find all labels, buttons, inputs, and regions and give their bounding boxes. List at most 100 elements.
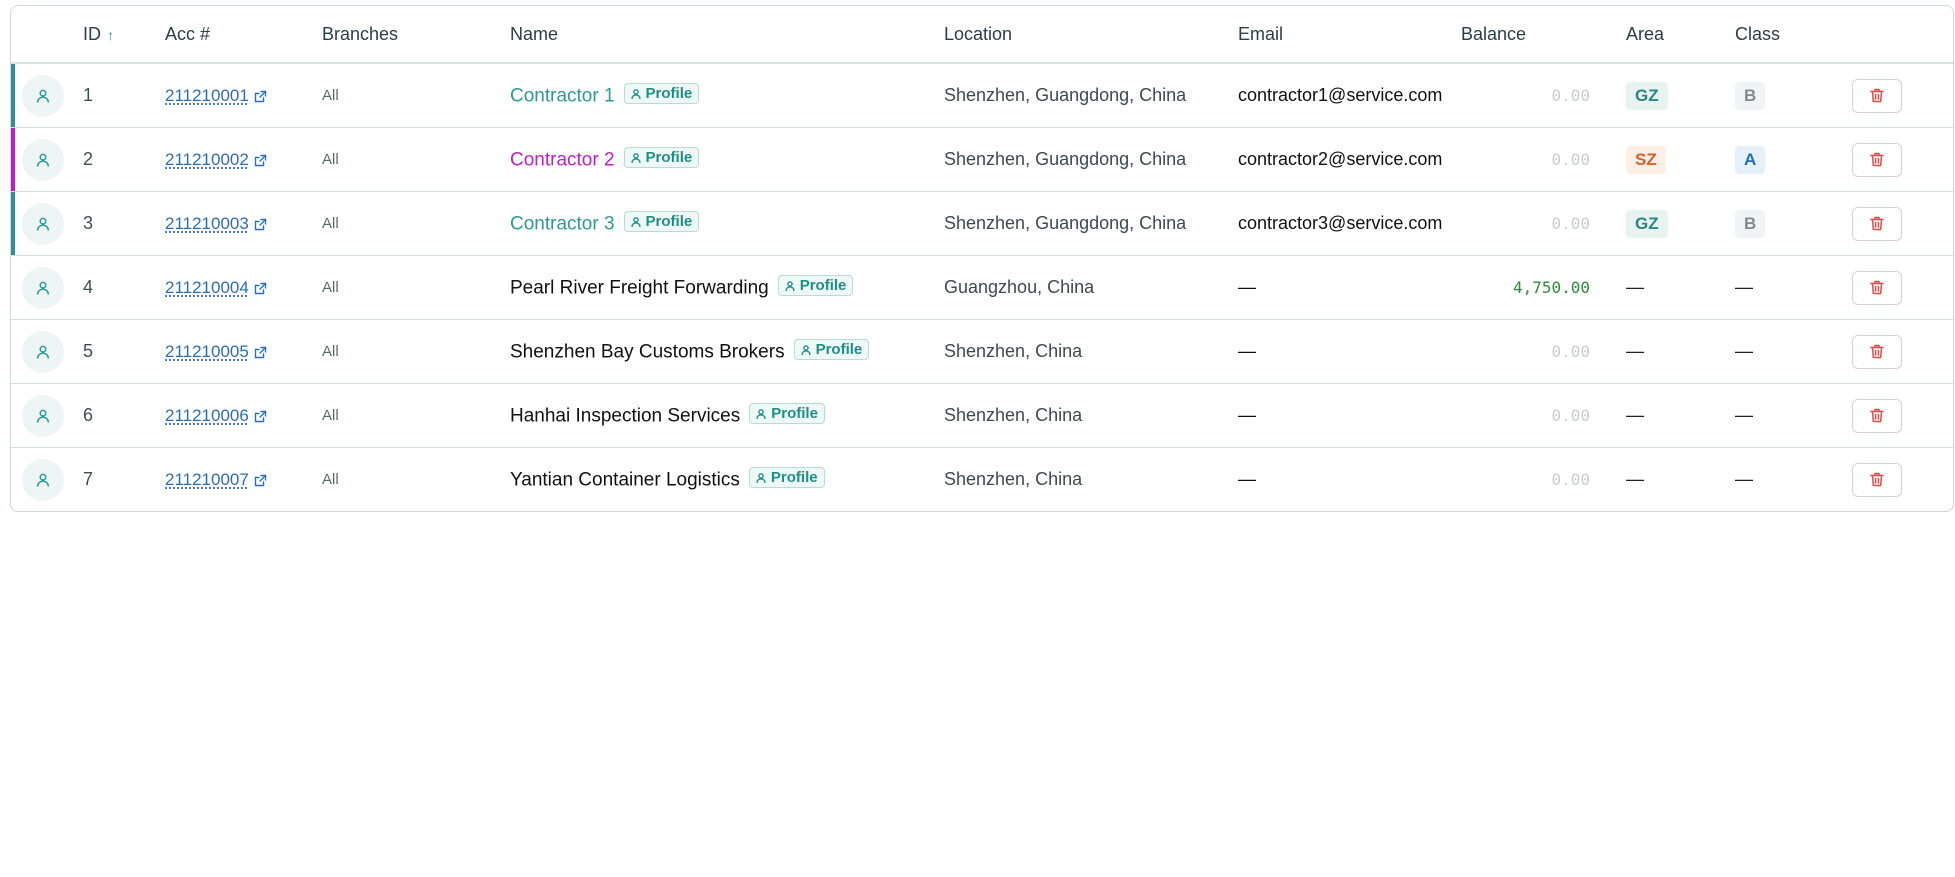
avatar[interactable] <box>22 202 64 245</box>
area-badge: — <box>1626 277 1644 297</box>
account-link[interactable]: 211210001 <box>165 86 249 105</box>
class-badge: — <box>1735 277 1753 297</box>
profile-button[interactable]: Profile <box>623 83 700 105</box>
delete-button[interactable] <box>1852 398 1902 433</box>
delete-button[interactable] <box>1852 206 1902 241</box>
account-link[interactable]: 211210004 <box>165 278 249 297</box>
table-row[interactable]: 6 211210006 All Hanhai Inspection Servic… <box>11 383 1953 448</box>
avatar[interactable] <box>22 330 64 373</box>
balance-value: 0.00 <box>1461 63 1626 128</box>
contractor-name[interactable]: Hanhai Inspection Services <box>510 406 740 427</box>
header-location[interactable]: Location <box>944 6 1238 64</box>
header-area[interactable]: Area <box>1626 6 1735 64</box>
avatar[interactable] <box>22 266 64 309</box>
avatar-cell <box>11 127 83 192</box>
account-cell[interactable]: 211210004 <box>165 255 322 320</box>
delete-button[interactable] <box>1852 142 1902 177</box>
delete-button[interactable] <box>1852 462 1902 497</box>
account-cell[interactable]: 211210005 <box>165 319 322 384</box>
table-row[interactable]: 7 211210007 All Yantian Container Logist… <box>11 448 1953 512</box>
table-row[interactable]: 3 211210003 All Contractor 3 Profile Shen… <box>11 191 1953 256</box>
header-balance[interactable]: Balance <box>1461 6 1626 64</box>
contractor-name[interactable]: Yantian Container Logistics <box>510 470 740 491</box>
avatar[interactable] <box>22 458 64 501</box>
header-id-label: ID <box>83 23 101 44</box>
balance-value: 0.00 <box>1461 191 1626 256</box>
account-link[interactable]: 211210005 <box>165 342 249 361</box>
profile-button[interactable]: Profile <box>623 211 700 233</box>
header-branches[interactable]: Branches <box>322 6 510 64</box>
account-link[interactable]: 211210007 <box>165 470 249 489</box>
balance-value: 0.00 <box>1551 470 1590 489</box>
header-acc[interactable]: Acc # <box>165 6 322 64</box>
actions-cell <box>1844 191 1953 256</box>
class-badge: — <box>1735 405 1753 425</box>
branches-value: All <box>322 63 510 128</box>
contractors-grid: ID ↑ Acc # Branches Name Location Email B… <box>11 6 1953 511</box>
contractor-name[interactable]: Pearl River Freight Forwarding <box>510 278 769 299</box>
profile-button[interactable]: Profile <box>749 403 825 425</box>
user-icon <box>630 88 641 99</box>
profile-button[interactable]: Profile <box>777 275 854 297</box>
account-link[interactable]: 211210006 <box>165 406 249 425</box>
header-avatar <box>11 6 83 64</box>
trash-icon <box>1870 152 1884 167</box>
table-row[interactable]: 4 211210004 All Pearl River Freight Forw… <box>11 255 1953 320</box>
class-cell: B <box>1735 63 1844 128</box>
sort-ascending-icon[interactable]: ↑ <box>107 27 114 43</box>
account-cell[interactable]: 211210002 <box>165 127 322 192</box>
email-value: contractor1@service.com <box>1238 63 1461 128</box>
user-icon <box>37 345 49 359</box>
branches-value: All <box>322 471 339 488</box>
trash-icon <box>1870 344 1884 359</box>
table-row[interactable]: 1 211210001 All Contractor 1 Profile Shen… <box>11 63 1953 128</box>
profile-button[interactable]: Profile <box>623 147 700 169</box>
table-row[interactable]: 2 211210002 All Contractor 2 Profile Shen… <box>11 127 1953 192</box>
external-link-icon[interactable] <box>254 346 267 359</box>
area-badge: — <box>1626 469 1644 489</box>
delete-button[interactable] <box>1852 78 1902 113</box>
avatar[interactable] <box>22 138 64 181</box>
external-link-icon[interactable] <box>254 154 267 167</box>
external-link-icon[interactable] <box>254 218 267 231</box>
header-email[interactable]: Email <box>1238 6 1461 64</box>
user-icon <box>630 152 641 163</box>
location-value: Shenzhen, Guangdong, China <box>944 63 1238 128</box>
avatar[interactable] <box>22 74 64 117</box>
email-value: — <box>1238 469 1256 489</box>
external-link-icon[interactable] <box>254 90 267 103</box>
contractor-name[interactable]: Contractor 3 <box>510 214 615 235</box>
contractor-name[interactable]: Shenzhen Bay Customs Brokers <box>510 342 785 363</box>
class-badge: — <box>1735 341 1753 361</box>
header-class[interactable]: Class <box>1735 6 1844 64</box>
profile-label: Profile <box>645 149 693 167</box>
location-value: Shenzhen, Guangdong, China <box>944 127 1238 192</box>
account-link[interactable]: 211210003 <box>165 214 249 233</box>
profile-button[interactable]: Profile <box>748 467 825 489</box>
account-link[interactable]: 211210002 <box>165 150 249 169</box>
user-icon <box>37 473 49 487</box>
contractor-name[interactable]: Contractor 2 <box>510 150 615 171</box>
external-link-icon[interactable] <box>254 410 267 423</box>
avatar[interactable] <box>22 394 64 437</box>
row-id: 7 <box>83 469 94 489</box>
user-icon <box>756 472 766 483</box>
delete-button[interactable] <box>1852 270 1902 305</box>
area-badge: — <box>1626 341 1644 361</box>
avatar-cell <box>11 448 83 512</box>
external-link-icon[interactable] <box>254 282 267 295</box>
account-cell[interactable]: 211210003 <box>165 191 322 256</box>
header-name[interactable]: Name <box>510 6 944 64</box>
class-cell: — <box>1735 383 1844 448</box>
header-id[interactable]: ID ↑ <box>83 6 165 64</box>
external-link-icon[interactable] <box>254 474 267 487</box>
table-row[interactable]: 5 211210005 All Shenzhen Bay Customs Bro… <box>11 319 1953 384</box>
class-badge: B <box>1735 209 1766 238</box>
account-cell[interactable]: 211210001 <box>165 63 322 128</box>
profile-button[interactable]: Profile <box>793 339 870 361</box>
delete-button[interactable] <box>1852 334 1902 369</box>
account-cell[interactable]: 211210007 <box>165 448 322 512</box>
email-value: contractor3@service.com <box>1238 191 1461 256</box>
account-cell[interactable]: 211210006 <box>165 383 322 448</box>
contractor-name[interactable]: Contractor 1 <box>510 86 615 107</box>
